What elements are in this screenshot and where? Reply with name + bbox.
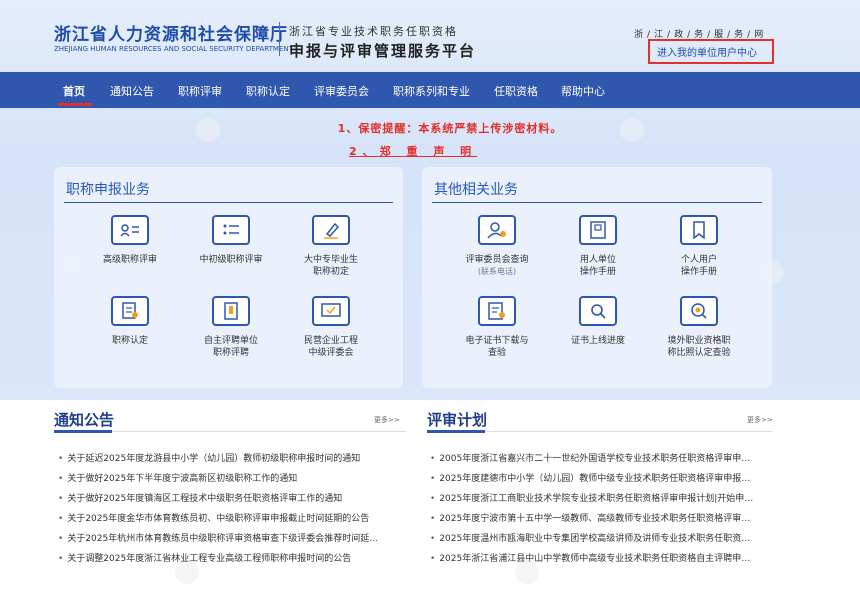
document-check-icon [111, 296, 149, 326]
tile-mid-junior-review[interactable]: 中初级职称评审 [181, 215, 281, 266]
list-item[interactable]: 关于做好2025年度镇海区工程技术中级职务任职资格评审工作的通知 [58, 492, 403, 512]
review-plan-title: 评审计划 [427, 411, 488, 429]
search-icon [579, 296, 617, 326]
certificate-download-icon [478, 296, 516, 326]
tile-label-line2: 职称初定 [312, 267, 349, 277]
section-title-underline [427, 430, 485, 433]
nav-review-committee[interactable]: 评审委员会 [314, 83, 369, 99]
main-nav: 首页 通知公告 职称评审 职称认定 评审委员会 职称系列和专业 任职资格 帮助中… [0, 72, 860, 108]
panel-divider [432, 202, 762, 203]
tile-label: 大中专毕业生 [303, 255, 358, 265]
tile-certificate-progress[interactable]: 证书上线进度 [548, 296, 648, 347]
panel-title: 职称申报业务 [66, 182, 150, 198]
tile-label: 用人单位 [579, 255, 616, 265]
tile-senior-review[interactable]: 高级职称评审 [80, 215, 180, 266]
list-item[interactable]: 关于做好2025年下半年度宁波高新区初级职称工作的通知 [58, 472, 403, 492]
tile-certificate-download[interactable]: 电子证书下载与 查验 [447, 296, 547, 359]
tile-label-line2: 操作手册 [680, 267, 717, 277]
tile-personal-manual[interactable]: 个人用户 操作手册 [649, 215, 749, 278]
list-item[interactable]: 2025年度温州市瓯海职业中专集团学校高级讲师及讲师专业技术职务任职资… [430, 532, 770, 552]
bookmark-icon [680, 215, 718, 245]
list-item[interactable]: 关于2025年度金华市体育教练员初、中级职称评审申报截止时间延期的公告 [58, 512, 403, 532]
site-header: 浙江省人力资源和社会保障厅 ZHEJIANG HUMAN RESOURCES A… [0, 0, 860, 72]
dept-logo-cn[interactable]: 浙江省人力资源和社会保障厅 [54, 20, 288, 45]
list-item[interactable]: 关于调整2025年度浙江省林业工程专业高级工程师职称申报时间的公告 [58, 552, 403, 572]
list-item[interactable]: 关于2025年杭州市体育教练员中级职称评审资格审查下级评委会推荐时间延… [58, 532, 403, 552]
tile-label: 境外职业资格职 [667, 336, 731, 346]
tile-overseas-qualification[interactable]: 境外职业资格职 称比照认定查验 [649, 296, 749, 359]
other-services-panel: 其他相关业务 评审委员会查询 (联系电话) 用人单位 操作手册 个人用户 操作手… [422, 167, 772, 388]
section-title-underline [54, 430, 112, 433]
list-icon [212, 215, 250, 245]
user-search-icon [478, 215, 516, 245]
platform-title: 申报与评审管理服务平台 [289, 42, 477, 60]
manual-icon [579, 215, 617, 245]
announcements-more-link[interactable]: 更多>> [374, 415, 400, 425]
tile-label: 职称认定 [111, 336, 148, 346]
tile-private-enterprise[interactable]: 民营企业工程 中级评委会 [281, 296, 381, 359]
monitor-check-icon [312, 296, 350, 326]
nav-home[interactable]: 首页 [63, 83, 85, 99]
tile-label: 证书上线进度 [570, 336, 625, 346]
tile-label: 民营企业工程 [303, 336, 358, 346]
certificate-icon [212, 296, 250, 326]
unit-user-center-link[interactable]: 进入我的单位用户中心 [648, 39, 774, 64]
panel-title: 其他相关业务 [434, 182, 518, 198]
security-notice: 1、保密提醒：本系统严禁上传涉密材料。 [337, 122, 563, 135]
tile-label: 高级职称评审 [102, 255, 157, 265]
declaration-link[interactable]: 2、郑 重 声 明 [349, 143, 477, 159]
platform-subtitle: 浙江省专业技术职务任职资格 [289, 25, 458, 38]
tile-label: 评审委员会查询 [465, 255, 529, 265]
panel-divider [64, 202, 393, 203]
review-plan-more-link[interactable]: 更多>> [747, 415, 773, 425]
nav-announcements[interactable]: 通知公告 [110, 83, 154, 99]
tile-label-line2: 中级评委会 [308, 348, 354, 358]
tile-label-line2: 称比照认定查验 [667, 348, 731, 358]
tile-committee-query[interactable]: 评审委员会查询 (联系电话) [447, 215, 547, 277]
tile-label: 中初级职称评审 [199, 255, 263, 265]
application-panel: 职称申报业务 高级职称评审 中初级职称评审 大中专毕业生 职称初定 职称认定 自… [54, 167, 403, 388]
list-item[interactable]: 2025年浙江省浦江县中山中学教师中高级专业技术职务任职资格自主评聘申… [430, 552, 770, 572]
announcements-title: 通知公告 [54, 411, 115, 429]
list-item[interactable]: 2025年度建德市中小学（幼儿园）教师中级专业技术职务任职资格评审申报… [430, 472, 770, 492]
review-plan-list: 2005年度浙江省嘉兴市二十一世纪外国语学校专业技术职务任职资格评审申… 202… [430, 452, 770, 572]
list-item[interactable]: 2005年度浙江省嘉兴市二十一世纪外国语学校专业技术职务任职资格评审申… [430, 452, 770, 472]
tile-label-line2: 操作手册 [579, 267, 616, 277]
header-divider [279, 22, 280, 56]
list-item[interactable]: 2025年度浙江工商职业技术学院专业技术职务任职资格评审申报计划|开始申… [430, 492, 770, 512]
nav-title-review[interactable]: 职称评审 [178, 83, 222, 99]
nav-active-indicator [58, 103, 92, 106]
tile-graduate-initial[interactable]: 大中专毕业生 职称初定 [281, 215, 381, 278]
tile-label-line2: 查验 [487, 348, 506, 358]
nav-qualification[interactable]: 任职资格 [494, 83, 538, 99]
tile-label: 自主评聘单位 [203, 336, 258, 346]
nav-help[interactable]: 帮助中心 [561, 83, 605, 99]
dept-logo-en: ZHEJIANG HUMAN RESOURCES AND SOCIAL SECU… [54, 45, 293, 53]
id-card-icon [111, 215, 149, 245]
tile-sub-label: (联系电话) [477, 267, 517, 276]
tile-label: 电子证书下载与 [465, 336, 529, 346]
tile-title-recognition[interactable]: 职称认定 [80, 296, 180, 347]
list-item[interactable]: 2025年度宁波市第十五中学一级教师、高级教师专业技术职务任职资格评审… [430, 512, 770, 532]
list-item[interactable]: 关于延迟2025年度龙游县中小学（幼儿园）教师初级职称申报时间的通知 [58, 452, 403, 472]
announcements-list: 关于延迟2025年度龙游县中小学（幼儿园）教师初级职称申报时间的通知 关于做好2… [58, 452, 403, 572]
globe-search-icon [680, 296, 718, 326]
nav-title-recognition[interactable]: 职称认定 [246, 83, 290, 99]
tile-label-line2: 职称评聘 [212, 348, 249, 358]
tile-employer-manual[interactable]: 用人单位 操作手册 [548, 215, 648, 278]
nav-title-series[interactable]: 职称系列和专业 [393, 83, 470, 99]
tile-self-appointment[interactable]: 自主评聘单位 职称评聘 [181, 296, 281, 359]
tile-label: 个人用户 [680, 255, 717, 265]
pen-edit-icon [312, 215, 350, 245]
